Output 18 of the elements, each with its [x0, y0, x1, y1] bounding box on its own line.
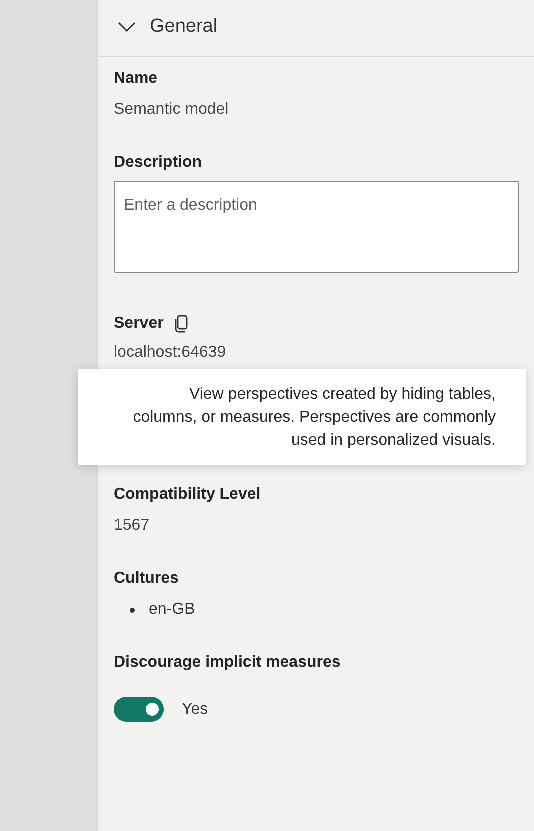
description-field[interactable]: Enter a description	[114, 181, 519, 273]
field-label: Discourage implicit measures	[114, 653, 341, 673]
field-label: Description	[114, 153, 202, 173]
section-header[interactable]: General	[98, 0, 218, 52]
copy-icon[interactable]	[174, 315, 188, 333]
field-value: 1567	[114, 516, 150, 536]
toggle-switch[interactable]	[114, 697, 164, 722]
field-label: Name	[114, 69, 158, 89]
field-label: Cultures	[114, 569, 179, 589]
field-value: localhost:64639	[114, 343, 226, 363]
field-label: Compatibility Level	[114, 485, 261, 505]
bullet-icon	[130, 608, 135, 612]
field-label: Server	[114, 314, 164, 334]
field-value: Semantic model	[114, 100, 229, 120]
culture-item: en-GB	[149, 600, 196, 620]
chevron-icon	[118, 22, 136, 32]
tooltip: View perspectives created by hiding tables, columns, or measures. Perspectives are commonly used in personalized visuals.	[78, 369, 526, 465]
toggle-label: Yes	[182, 700, 208, 720]
